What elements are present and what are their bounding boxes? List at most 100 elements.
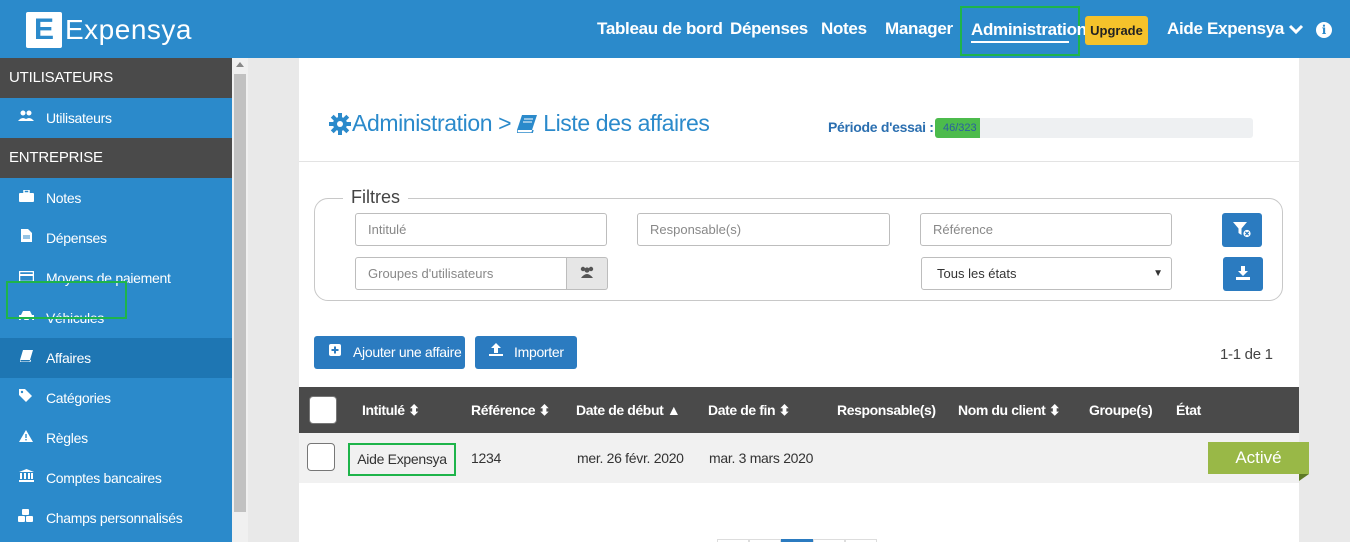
sidebar-item-comptes-bancaires[interactable]: Comptes bancaires xyxy=(0,458,232,498)
status-badge: Activé xyxy=(1208,442,1309,474)
import-button[interactable]: Importer xyxy=(475,336,577,369)
trial-progress-bar: 46/323 xyxy=(935,118,1253,138)
sort-icon: ⬍ xyxy=(1048,402,1061,418)
select-all-checkbox[interactable] xyxy=(309,396,337,424)
expensya-logo[interactable]: E Expensya xyxy=(26,12,192,48)
responsable-input[interactable]: Responsable(s) xyxy=(637,213,890,246)
sidebar-item-regles[interactable]: Règles xyxy=(0,418,232,458)
row-checkbox[interactable] xyxy=(307,443,335,471)
etat-select-value: Tous les états xyxy=(937,266,1017,281)
export-button[interactable] xyxy=(1223,257,1263,291)
sidebar-item-label: Règles xyxy=(46,430,88,446)
column-responsable[interactable]: Responsable(s) xyxy=(837,387,936,433)
sidebar-item-label: Comptes bancaires xyxy=(46,470,162,486)
groupes-input[interactable]: Groupes d'utilisateurs xyxy=(355,257,567,290)
page-title: Administration > Liste des affaires xyxy=(329,110,710,137)
download-icon xyxy=(1236,266,1250,280)
sidebar-item-utilisateurs[interactable]: Utilisateurs xyxy=(0,98,232,138)
sidebar-item-categories[interactable]: Catégories xyxy=(0,378,232,418)
breadcrumb-current: Liste des affaires xyxy=(543,110,710,136)
filters-legend: Filtres xyxy=(343,187,408,208)
tags-icon xyxy=(17,378,35,418)
warning-icon xyxy=(17,418,35,458)
sort-icon: ⬍ xyxy=(408,402,420,418)
column-reference[interactable]: Référence ⬍ xyxy=(471,387,550,433)
sidebar-item-label: Utilisateurs xyxy=(46,110,112,126)
users-icon xyxy=(17,98,35,138)
sidebar-section-utilisateurs: UTILISATEURS xyxy=(0,58,232,98)
table-header: Intitulé ⬍ Référence ⬍ Date de début ▲ D… xyxy=(299,387,1299,433)
sidebar-affaires-highlight xyxy=(6,281,127,319)
upgrade-button[interactable]: Upgrade xyxy=(1085,16,1148,45)
upload-icon xyxy=(489,336,503,369)
sort-asc-icon: ▲ xyxy=(666,402,681,418)
column-intitule[interactable]: Intitulé ⬍ xyxy=(362,387,420,433)
column-label: Intitulé xyxy=(362,402,405,418)
info-icon[interactable]: i xyxy=(1316,22,1332,38)
sidebar-item-champs-personnalises[interactable]: Champs personnalisés xyxy=(0,498,232,538)
breadcrumb-separator: > xyxy=(498,110,512,136)
groupes-picker-button[interactable] xyxy=(567,257,608,290)
briefcase-icon xyxy=(17,178,35,218)
column-label: Date de début xyxy=(576,402,664,418)
column-groupes[interactable]: Groupe(s) xyxy=(1089,387,1153,433)
row-reference: 1234 xyxy=(471,450,501,466)
sidebar-scrollbar[interactable] xyxy=(232,58,248,542)
sidebar-section-entreprise: ENTREPRISE xyxy=(0,138,232,178)
top-navbar: E Expensya Tableau de bord Dépenses Note… xyxy=(0,0,1350,58)
pagination-info: 1-1 de 1 xyxy=(1220,346,1273,363)
nav-notes[interactable]: Notes xyxy=(821,19,867,39)
book-icon xyxy=(517,114,538,133)
sidebar-item-label: Affaires xyxy=(46,350,91,366)
row-date-debut: mer. 26 févr. 2020 xyxy=(577,450,684,466)
sidebar-item-affaires[interactable]: Affaires xyxy=(0,338,232,378)
sidebar-item-label: Notes xyxy=(46,190,82,206)
header-divider xyxy=(299,161,1299,162)
sidebar-item-depenses[interactable]: Dépenses xyxy=(0,218,232,258)
column-date-debut[interactable]: Date de début ▲ xyxy=(576,387,681,433)
column-etat[interactable]: État xyxy=(1176,387,1201,433)
scroll-up-arrow[interactable] xyxy=(236,62,244,67)
sidebar-item-notes[interactable]: Notes xyxy=(0,178,232,218)
reference-input[interactable]: Référence xyxy=(920,213,1172,246)
logo-text: Expensya xyxy=(65,14,192,45)
filters-fieldset: Filtres Intitulé Responsable(s) Référenc… xyxy=(314,187,1283,301)
row-date-fin: mar. 3 mars 2020 xyxy=(709,450,814,466)
intitule-input[interactable]: Intitulé xyxy=(355,213,607,246)
gear-icon xyxy=(329,112,351,135)
column-nom-client[interactable]: Nom du client ⬍ xyxy=(958,387,1061,433)
add-affaire-button[interactable]: Ajouter une affaire xyxy=(314,336,465,369)
column-label: Responsable(s) xyxy=(837,402,936,418)
add-affaire-label: Ajouter une affaire xyxy=(353,344,462,360)
scroll-thumb[interactable] xyxy=(234,74,246,512)
nav-administration[interactable]: Administration xyxy=(971,20,1087,43)
column-date-fin[interactable]: Date de fin ⬍ xyxy=(708,387,790,433)
etat-select[interactable]: Tous les états ▼ xyxy=(921,257,1172,290)
trial-progress-fill: 46/323 xyxy=(935,118,981,138)
sidebar-item-label: Dépenses xyxy=(46,230,107,246)
import-label: Importer xyxy=(514,344,564,360)
user-name: Aide Expensya xyxy=(1167,19,1285,38)
clear-filter-button[interactable] xyxy=(1222,213,1262,247)
nav-administration-highlight: Administration xyxy=(960,6,1087,56)
bank-icon xyxy=(17,458,35,498)
plus-square-icon xyxy=(328,336,342,369)
users-icon xyxy=(580,266,594,278)
status-badge-fold xyxy=(1299,474,1309,481)
cubes-icon xyxy=(17,498,35,538)
nav-tableau-de-bord[interactable]: Tableau de bord xyxy=(597,19,723,39)
column-label: Nom du client xyxy=(958,402,1046,418)
nav-depenses[interactable]: Dépenses xyxy=(730,19,808,39)
trial-period-label: Période d'essai : xyxy=(828,119,934,135)
sort-icon: ⬍ xyxy=(538,402,551,418)
row-intitule[interactable]: Aide Expensya xyxy=(348,443,456,476)
user-menu[interactable]: Aide Expensya xyxy=(1167,0,1304,58)
table-row[interactable]: Aide Expensya 1234 mer. 26 févr. 2020 ma… xyxy=(299,433,1299,483)
nav-manager[interactable]: Manager xyxy=(885,19,953,39)
file-icon xyxy=(17,218,35,258)
main-panel: Administration > Liste des affaires Péri… xyxy=(299,58,1299,542)
sort-icon: ⬍ xyxy=(778,402,791,418)
logo-mark: E xyxy=(26,12,62,48)
breadcrumb-root[interactable]: Administration xyxy=(352,110,493,137)
book-icon xyxy=(17,338,35,378)
